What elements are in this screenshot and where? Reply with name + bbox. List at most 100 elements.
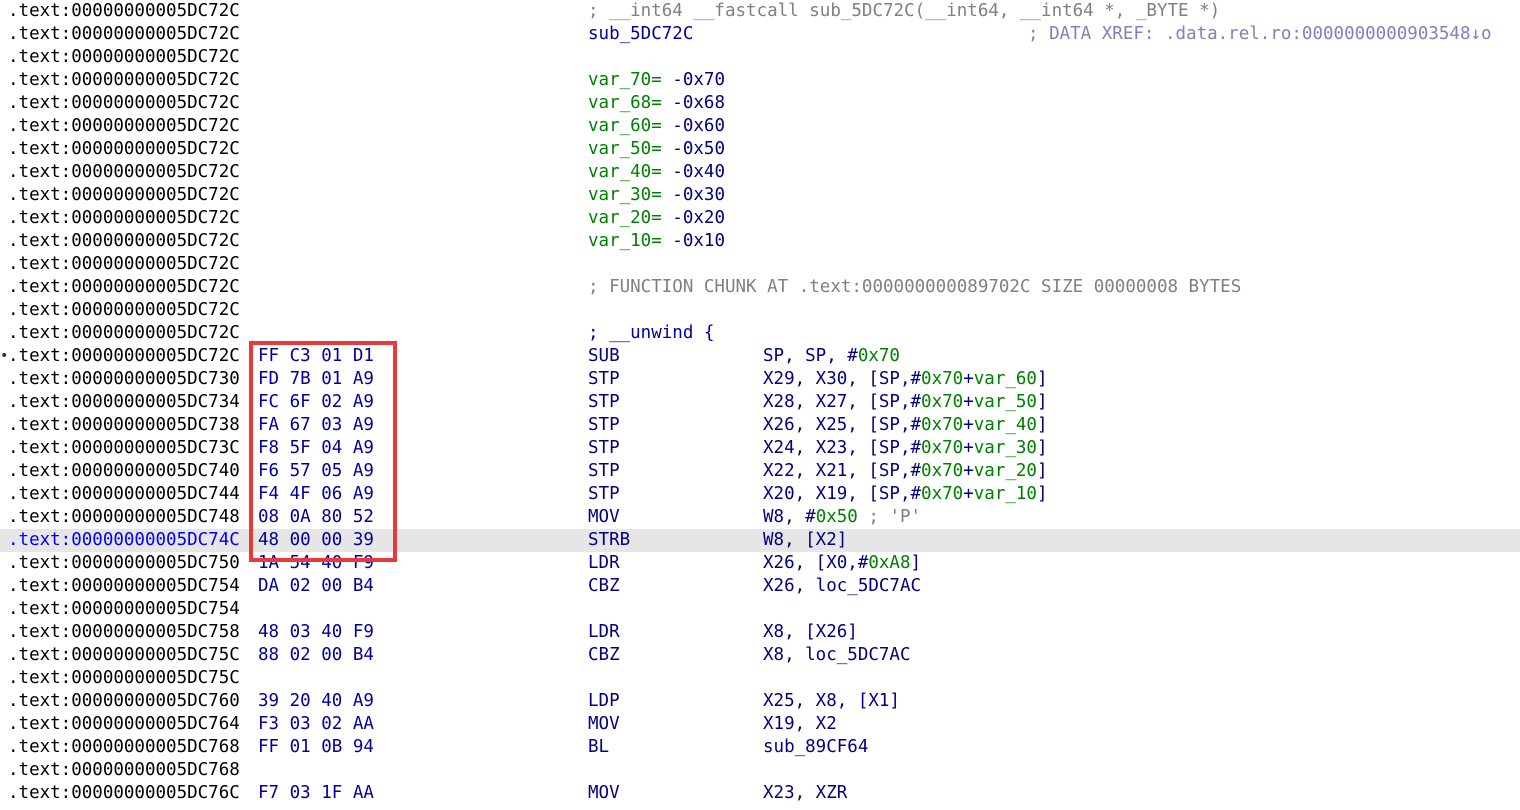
instruction-operands[interactable]: X28, X27, [SP,#0x70+var_50]	[763, 391, 1048, 414]
data-xref-comment[interactable]: ; DATA XREF: .data.rel.ro:00000000009035…	[1028, 23, 1492, 46]
line-address[interactable]: .text:00000000005DC73C	[8, 437, 240, 460]
line-address[interactable]: .text:00000000005DC72C	[8, 299, 240, 322]
disasm-line[interactable]: .text:00000000005DC75C 88 02 00 B4 CBZ X8, …	[0, 644, 1520, 667]
instruction-operands[interactable]: X24, X23, [SP,#0x70+var_30]	[763, 437, 1048, 460]
disasm-line[interactable]: .text:00000000005DC74C 48 00 00 39 STRB W8,…	[0, 529, 1520, 552]
instruction-mnemonic[interactable]: STP	[588, 414, 620, 437]
disasm-line[interactable]: .text:00000000005DC72C var_70= -0x70	[0, 69, 1520, 92]
instruction-mnemonic[interactable]: BL	[588, 736, 609, 759]
instruction-operands[interactable]: X26, X25, [SP,#0x70+var_40]	[763, 414, 1048, 437]
line-address[interactable]: .text:00000000005DC72C	[8, 138, 240, 161]
disasm-line[interactable]: .text:00000000005DC72C var_40= -0x40	[0, 161, 1520, 184]
line-address[interactable]: .text:00000000005DC72C	[8, 69, 240, 92]
stack-variable[interactable]: var_20= -0x20	[588, 207, 725, 230]
disasm-line[interactable]: .text:00000000005DC72C var_68= -0x68	[0, 92, 1520, 115]
instruction-mnemonic[interactable]: STP	[588, 460, 620, 483]
line-address[interactable]: .text:00000000005DC72C	[8, 322, 240, 345]
disasm-line[interactable]: .text:00000000005DC768 FF 01 0B 94 BL sub_8…	[0, 736, 1520, 759]
disasm-line[interactable]: .text:00000000005DC72C var_50= -0x50	[0, 138, 1520, 161]
instruction-operands[interactable]: W8, #0x50 ; 'P'	[763, 506, 921, 529]
disasm-line[interactable]: .text:00000000005DC72C sub_5DC72C ; DATA X…	[0, 23, 1520, 46]
disasm-line[interactable]: .text:00000000005DC734 FC 6F 02 A9 STP X28,…	[0, 391, 1520, 414]
line-address[interactable]: .text:00000000005DC754	[8, 598, 240, 621]
opcode-bytes[interactable]: F4 4F 06 A9	[258, 483, 374, 506]
instruction-operands[interactable]: X23, XZR	[763, 782, 847, 805]
line-address[interactable]: .text:00000000005DC768	[8, 736, 240, 759]
instruction-mnemonic[interactable]: LDP	[588, 690, 620, 713]
instruction-mnemonic[interactable]: STP	[588, 437, 620, 460]
line-address[interactable]: .text:00000000005DC740	[8, 460, 240, 483]
line-address[interactable]: .text:00000000005DC72C	[8, 115, 240, 138]
disasm-line[interactable]: .text:00000000005DC768	[0, 759, 1520, 782]
line-address[interactable]: .text:00000000005DC750	[8, 552, 240, 575]
opcode-bytes[interactable]: 1A 54 40 F9	[258, 552, 374, 575]
function-label[interactable]: sub_5DC72C	[588, 23, 693, 46]
instruction-mnemonic[interactable]: STP	[588, 368, 620, 391]
line-address[interactable]: .text:00000000005DC764	[8, 713, 240, 736]
disasm-line[interactable]: • .text:00000000005DC72C FF C3 01 D1 SUB SP,…	[0, 345, 1520, 368]
instruction-mnemonic[interactable]: CBZ	[588, 575, 620, 598]
line-address[interactable]: .text:00000000005DC72C	[8, 230, 240, 253]
disasm-line[interactable]: .text:00000000005DC72C	[0, 299, 1520, 322]
instruction-operands[interactable]: X25, X8, [X1]	[763, 690, 900, 713]
instruction-operands[interactable]: X22, X21, [SP,#0x70+var_20]	[763, 460, 1048, 483]
instruction-operands[interactable]: W8, [X2]	[763, 529, 847, 552]
disasm-line[interactable]: .text:00000000005DC764 F3 03 02 AA MOV X19,…	[0, 713, 1520, 736]
line-address[interactable]: .text:00000000005DC754	[8, 575, 240, 598]
line-address[interactable]: .text:00000000005DC760	[8, 690, 240, 713]
disasm-line[interactable]: .text:00000000005DC748 08 0A 80 52 MOV W8, …	[0, 506, 1520, 529]
line-address[interactable]: .text:00000000005DC72C	[8, 184, 240, 207]
disasm-line[interactable]: .text:00000000005DC754	[0, 598, 1520, 621]
disasm-line[interactable]: .text:00000000005DC72C var_20= -0x20	[0, 207, 1520, 230]
disasm-line[interactable]: .text:00000000005DC760 39 20 40 A9 LDP X25,…	[0, 690, 1520, 713]
disasm-line[interactable]: .text:00000000005DC740 F6 57 05 A9 STP X22,…	[0, 460, 1520, 483]
instruction-mnemonic[interactable]: STP	[588, 391, 620, 414]
instruction-operands[interactable]: X19, X2	[763, 713, 837, 736]
disasm-line[interactable]: .text:00000000005DC730 FD 7B 01 A9 STP X29,…	[0, 368, 1520, 391]
stack-variable[interactable]: var_10= -0x10	[588, 230, 725, 253]
line-address[interactable]: .text:00000000005DC72C	[8, 0, 240, 23]
opcode-bytes[interactable]: DA 02 00 B4	[258, 575, 374, 598]
opcode-bytes[interactable]: FD 7B 01 A9	[258, 368, 374, 391]
instruction-operands[interactable]: SP, SP, #0x70	[763, 345, 900, 368]
disasm-line[interactable]: .text:00000000005DC72C var_60= -0x60	[0, 115, 1520, 138]
opcode-bytes[interactable]: F7 03 1F AA	[258, 782, 374, 805]
line-address[interactable]: .text:00000000005DC744	[8, 483, 240, 506]
disasm-line[interactable]: .text:00000000005DC758 48 03 40 F9 LDR X8, …	[0, 621, 1520, 644]
disasm-line[interactable]: .text:00000000005DC73C F8 5F 04 A9 STP X24,…	[0, 437, 1520, 460]
instruction-mnemonic[interactable]: STRB	[588, 529, 630, 552]
disasm-line[interactable]: .text:00000000005DC750 1A 54 40 F9 LDR X26,…	[0, 552, 1520, 575]
disasm-line[interactable]: .text:00000000005DC75C	[0, 667, 1520, 690]
instruction-operands[interactable]: sub_89CF64	[763, 736, 868, 759]
instruction-mnemonic[interactable]: MOV	[588, 782, 620, 805]
stack-variable[interactable]: var_40= -0x40	[588, 161, 725, 184]
instruction-operands[interactable]: X8, loc_5DC7AC	[763, 644, 911, 667]
stack-variable[interactable]: var_68= -0x68	[588, 92, 725, 115]
line-address[interactable]: .text:00000000005DC734	[8, 391, 240, 414]
stack-variable[interactable]: var_30= -0x30	[588, 184, 725, 207]
disasm-line[interactable]: .text:00000000005DC76C F7 03 1F AA MOV X23,…	[0, 782, 1520, 805]
opcode-bytes[interactable]: 48 03 40 F9	[258, 621, 374, 644]
line-address[interactable]: .text:00000000005DC72C	[8, 207, 240, 230]
instruction-operands[interactable]: X26, loc_5DC7AC	[763, 575, 921, 598]
line-address[interactable]: .text:00000000005DC748	[8, 506, 240, 529]
line-address[interactable]: .text:00000000005DC72C	[8, 23, 240, 46]
line-address[interactable]: .text:00000000005DC72C	[8, 92, 240, 115]
instruction-operands[interactable]: X26, [X0,#0xA8]	[763, 552, 921, 575]
instruction-operands[interactable]: X29, X30, [SP,#0x70+var_60]	[763, 368, 1048, 391]
opcode-bytes[interactable]: FF C3 01 D1	[258, 345, 374, 368]
line-address[interactable]: .text:00000000005DC72C	[8, 276, 240, 299]
disasm-line[interactable]: .text:00000000005DC72C	[0, 46, 1520, 69]
line-address[interactable]: .text:00000000005DC768	[8, 759, 240, 782]
instruction-mnemonic[interactable]: MOV	[588, 506, 620, 529]
line-address[interactable]: .text:00000000005DC72C	[8, 253, 240, 276]
stack-variable[interactable]: var_70= -0x70	[588, 69, 725, 92]
disasm-line[interactable]: .text:00000000005DC72C ; FUNCTION CHUNK A…	[0, 276, 1520, 299]
disasm-line[interactable]: .text:00000000005DC72C ; __int64 __fastca…	[0, 0, 1520, 23]
disasm-line[interactable]: .text:00000000005DC754 DA 02 00 B4 CBZ X26,…	[0, 575, 1520, 598]
line-address[interactable]: .text:00000000005DC738	[8, 414, 240, 437]
opcode-bytes[interactable]: 88 02 00 B4	[258, 644, 374, 667]
opcode-bytes[interactable]: F6 57 05 A9	[258, 460, 374, 483]
instruction-mnemonic[interactable]: SUB	[588, 345, 620, 368]
instruction-operands[interactable]: X20, X19, [SP,#0x70+var_10]	[763, 483, 1048, 506]
